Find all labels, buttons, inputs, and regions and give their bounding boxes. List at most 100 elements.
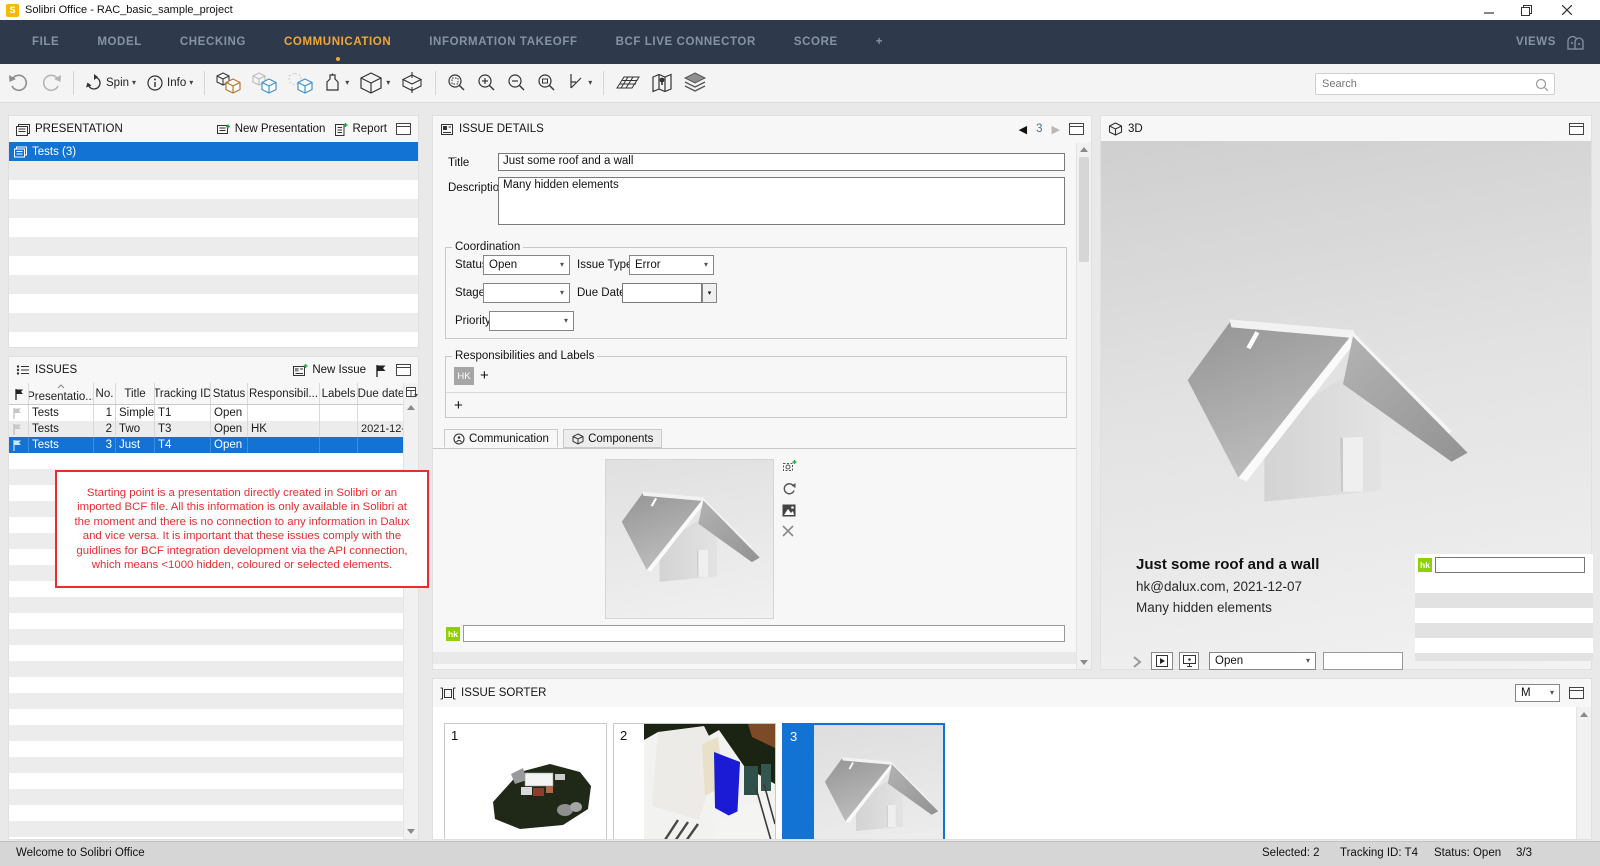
flag-icon	[12, 407, 22, 419]
due-date-field[interactable]	[622, 283, 702, 303]
column-labels[interactable]: Labels	[320, 383, 358, 404]
menu-information-takeoff[interactable]: INFORMATION TAKEOFF	[429, 36, 577, 48]
menu-score[interactable]: SCORE	[794, 36, 838, 48]
expand-button[interactable]	[1129, 654, 1145, 670]
redo-button[interactable]	[40, 73, 62, 93]
scroll-up-arrow	[407, 405, 415, 410]
status-message: Welcome to Solibri Office	[16, 847, 145, 859]
thumbnail-number: 3	[784, 725, 814, 839]
new-presentation-button[interactable]: New Presentation	[216, 122, 326, 136]
column-responsibilities[interactable]: Responsibil...	[248, 383, 320, 404]
update-snapshot-icon[interactable]	[782, 482, 796, 496]
flag-filter-icon[interactable]	[375, 364, 387, 377]
column-due-date[interactable]: Due date	[358, 383, 405, 404]
zoom-window-button[interactable]	[537, 73, 557, 93]
new-issue-button[interactable]: New Issue	[292, 363, 366, 377]
stage-select[interactable]: ▾	[483, 283, 570, 303]
maximize-button[interactable]	[1510, 0, 1542, 20]
measure-button[interactable]: ▾	[567, 73, 592, 93]
issue-snapshot[interactable]	[605, 459, 774, 619]
title-field[interactable]: Just some roof and a wall	[498, 153, 1065, 171]
panel-window-icon[interactable]	[1069, 123, 1084, 135]
minimize-button[interactable]	[1473, 0, 1505, 20]
column-status[interactable]: Status	[211, 383, 248, 404]
report-label: Report	[352, 123, 387, 135]
column-presentation[interactable]: Presentatio...	[29, 383, 94, 404]
colorize-button[interactable]: ▾	[324, 73, 349, 93]
menu-add-tab[interactable]: +	[876, 36, 883, 48]
menu-communication[interactable]: COMMUNICATION	[284, 36, 391, 48]
view-cube-button[interactable]: ▾	[359, 72, 390, 94]
nav-next-icon[interactable]: ▶	[1052, 123, 1060, 136]
tab-components[interactable]: Components	[563, 429, 662, 448]
menu-views[interactable]: VIEWS	[1516, 32, 1586, 52]
thumbnail-size-select[interactable]: M▾	[1515, 684, 1560, 702]
panel-window-icon[interactable]	[396, 364, 411, 376]
presentation-item-label: Tests (3)	[32, 146, 76, 158]
footprint-button[interactable]	[615, 73, 641, 93]
menu-file[interactable]: FILE	[32, 36, 59, 48]
column-tracking-id[interactable]: Tracking ID	[155, 383, 211, 404]
column-title[interactable]: Title	[116, 383, 155, 404]
status-select[interactable]: Open▾	[483, 255, 570, 275]
nav-prev-icon[interactable]: ◀	[1019, 123, 1027, 136]
due-date-picker-button[interactable]: ▾	[702, 283, 717, 303]
priority-select[interactable]: ▾	[489, 311, 574, 331]
show-all-button[interactable]	[216, 72, 242, 94]
zoom-fit-button[interactable]	[447, 73, 467, 93]
close-button[interactable]	[1551, 0, 1583, 20]
column-no[interactable]: No.	[94, 383, 116, 404]
zoom-in-button[interactable]	[477, 73, 497, 93]
panel-window-icon[interactable]	[1569, 687, 1584, 699]
menu-bcf-live-connector[interactable]: BCF LIVE CONNECTOR	[616, 36, 756, 48]
show-selected-button[interactable]	[288, 72, 314, 94]
thumbnail-number: 1	[445, 724, 475, 839]
hide-selected-button[interactable]	[252, 72, 278, 94]
viewport-tracking-input[interactable]	[1323, 652, 1403, 670]
spin-button[interactable]: Spin▾	[85, 74, 136, 92]
comment-input[interactable]	[463, 625, 1065, 642]
section-box-button[interactable]	[400, 72, 424, 94]
column-flag[interactable]	[9, 383, 29, 404]
presentation-item-tests[interactable]: Tests (3)	[9, 142, 418, 161]
sorter-thumbnail-3-selected[interactable]: 3	[782, 723, 945, 839]
sorter-thumbnail-2[interactable]: 2	[613, 723, 776, 839]
play-presentation-button[interactable]	[1151, 652, 1173, 670]
responsible-chip-hk[interactable]: HK	[454, 367, 474, 385]
presentation-panel: PRESENTATION New Presentation Report Tes…	[8, 115, 419, 348]
communication-icon	[453, 433, 465, 445]
panel-window-icon[interactable]	[396, 123, 411, 135]
sorter-thumbnail-1[interactable]: 1	[444, 723, 607, 839]
image-icon[interactable]	[782, 504, 796, 517]
zoom-out-button[interactable]	[507, 73, 527, 93]
info-button[interactable]: Info▾	[146, 74, 193, 92]
chevron-down-icon: ▾	[560, 261, 564, 269]
add-label-button[interactable]: +	[454, 398, 463, 413]
issue-row-3-selected[interactable]: Tests 3 Just T4 Open	[9, 437, 418, 453]
tab-communication[interactable]: Communication	[444, 429, 558, 448]
layers-button[interactable]	[683, 72, 707, 94]
viewport-status-select[interactable]: Open▾	[1209, 652, 1316, 670]
issue-row-2[interactable]: Tests 2 Two T3 Open HK 2021-12-...	[9, 421, 418, 437]
menu-model[interactable]: MODEL	[97, 36, 142, 48]
issue-row-1[interactable]: Tests 1 Simple T1 Open	[9, 405, 418, 421]
new-snapshot-icon[interactable]	[782, 459, 797, 474]
menu-checking[interactable]: CHECKING	[180, 36, 246, 48]
delete-snapshot-icon[interactable]	[782, 525, 794, 537]
sorter-scrollbar[interactable]	[1576, 707, 1591, 839]
report-button[interactable]: Report	[334, 122, 387, 136]
present-button[interactable]	[1179, 652, 1199, 670]
search-input[interactable]	[1316, 74, 1526, 94]
issue-type-select[interactable]: Error▾	[629, 255, 714, 275]
details-scrollbar[interactable]	[1076, 143, 1091, 669]
status-bar: Welcome to Solibri Office Selected: 2 Tr…	[0, 841, 1600, 866]
close-icon	[1562, 5, 1572, 15]
issues-scrollbar[interactable]	[403, 383, 418, 839]
column-chooser-icon[interactable]	[405, 386, 418, 399]
undo-button[interactable]	[8, 73, 30, 93]
panel-window-icon[interactable]	[1569, 123, 1584, 135]
mini-comment-input[interactable]	[1435, 557, 1585, 573]
map-button[interactable]	[651, 73, 673, 93]
description-field[interactable]: Many hidden elements	[498, 177, 1065, 225]
add-responsible-button[interactable]: +	[480, 368, 489, 383]
